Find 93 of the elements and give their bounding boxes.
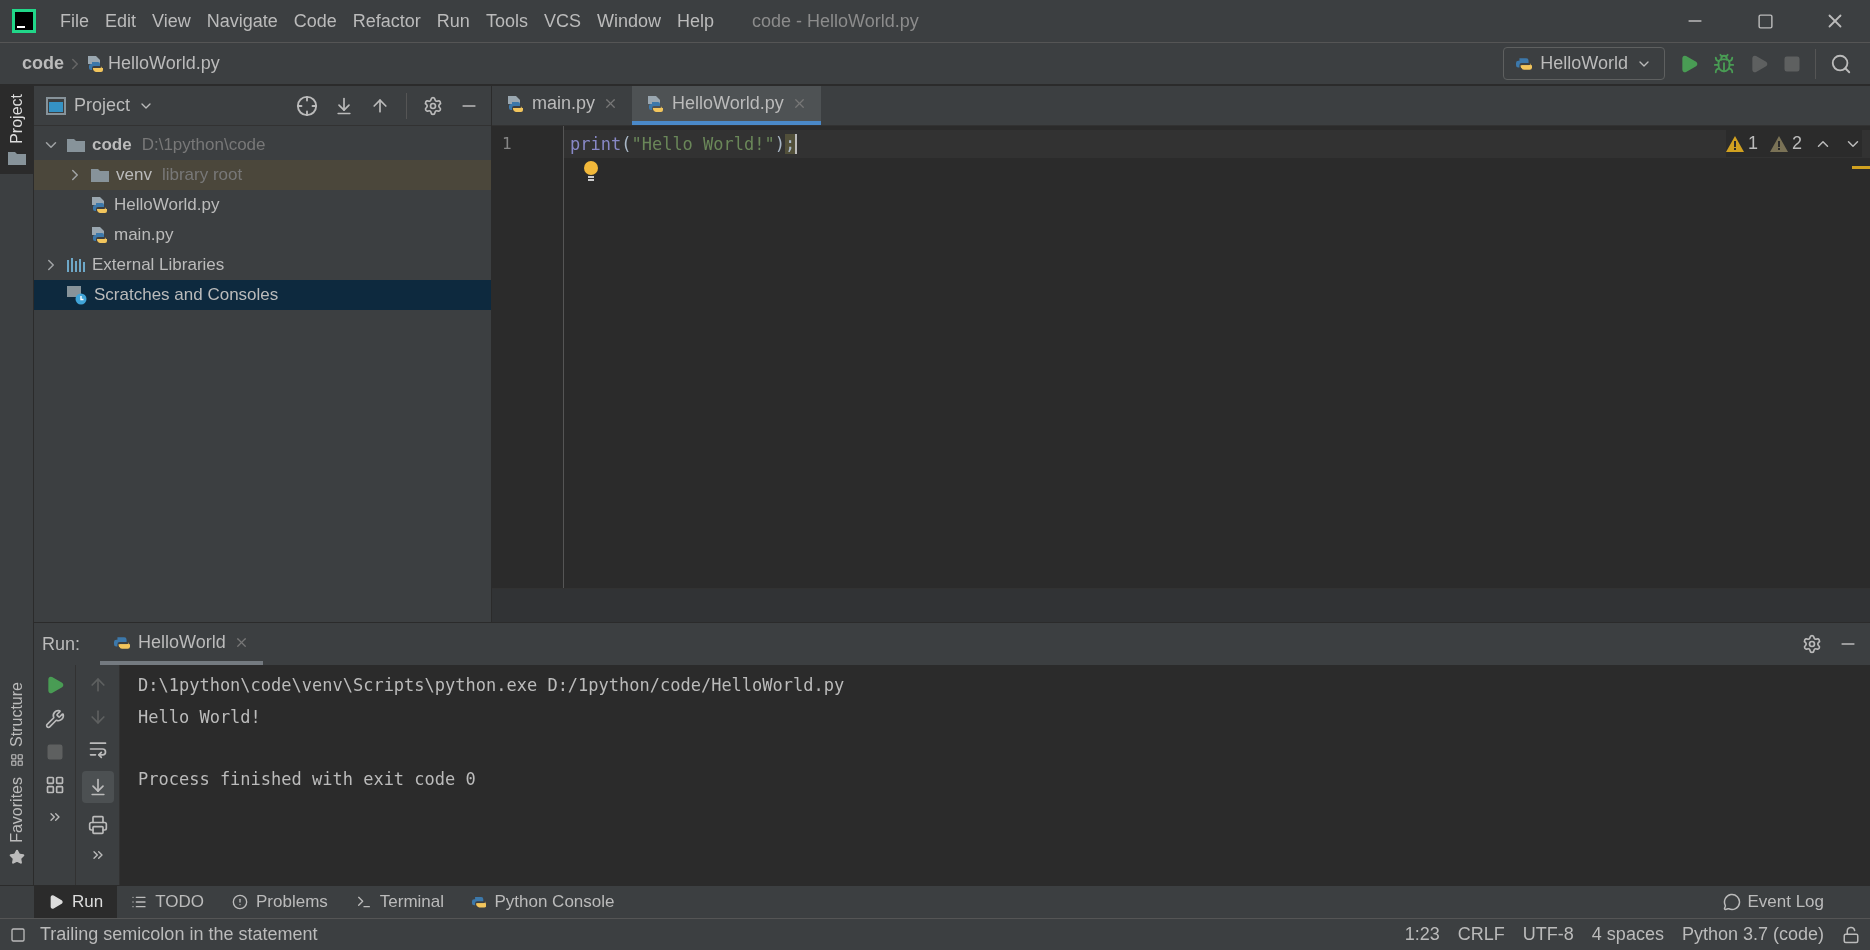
- python-file-icon: [646, 94, 665, 113]
- tool-window-button[interactable]: TODO: [117, 886, 218, 918]
- status-item[interactable]: 1:23: [1404, 921, 1440, 948]
- warning-icon: [1770, 135, 1788, 152]
- run-config-dropdown[interactable]: HelloWorld: [1503, 47, 1665, 80]
- print-icon[interactable]: [87, 815, 108, 835]
- python-icon: [472, 895, 487, 909]
- menu-item[interactable]: Code: [285, 7, 345, 35]
- tree-item[interactable]: Scratches and Consoles: [34, 280, 491, 310]
- tree-item[interactable]: External Libraries: [34, 250, 491, 280]
- python-icon: [1516, 56, 1533, 71]
- locate-icon[interactable]: [296, 94, 318, 117]
- structure-icon: [9, 753, 24, 768]
- menu-item[interactable]: Edit: [97, 7, 145, 35]
- app-logo-icon: [12, 9, 36, 33]
- menu-item[interactable]: Refactor: [344, 7, 429, 35]
- scroll-to-end-button[interactable]: [81, 771, 114, 803]
- python-file-icon: [90, 196, 108, 214]
- breadcrumb[interactable]: code: [22, 50, 64, 77]
- unlock-icon[interactable]: [1842, 925, 1860, 944]
- maximize-icon[interactable]: [1756, 12, 1774, 30]
- item-name: code: [92, 134, 132, 157]
- python-file-icon: [86, 54, 104, 73]
- menu-item[interactable]: Run: [428, 7, 478, 35]
- line-number: 1: [501, 133, 513, 155]
- menu-item[interactable]: Navigate: [198, 7, 286, 35]
- expand-all-icon[interactable]: [334, 95, 354, 116]
- tree-item[interactable]: HelloWorld.py: [34, 190, 491, 220]
- panel-title: Run:: [42, 632, 81, 656]
- status-item[interactable]: UTF-8: [1522, 921, 1574, 948]
- wrap-icon[interactable]: [87, 739, 108, 759]
- tree-item[interactable]: main.py: [34, 220, 491, 250]
- settings-icon[interactable]: [1802, 634, 1822, 654]
- python-file-icon: [90, 226, 108, 244]
- run-icon: [48, 894, 64, 910]
- scratches-icon: [66, 285, 88, 305]
- todo-icon: [131, 894, 148, 910]
- tool-window-tab[interactable]: Structure: [0, 682, 33, 768]
- tool-window-button[interactable]: Problems: [218, 886, 342, 918]
- folder-icon: [6, 149, 27, 166]
- menu-item[interactable]: Window: [588, 7, 669, 35]
- console-line: D:\1python\code\venv\Scripts\python.exe D:/1python/code/HelloWorld.py: [138, 674, 846, 697]
- editor-tab[interactable]: main.py: [492, 86, 633, 125]
- star-icon: [8, 849, 25, 865]
- tree-item[interactable]: code D:\1python\code: [34, 130, 491, 160]
- item-name: Scratches and Consoles: [94, 284, 279, 307]
- panel-icon: [46, 96, 66, 115]
- status-message: Trailing semicolon in the statement: [40, 923, 318, 946]
- warning-count[interactable]: 1: [1725, 130, 1758, 157]
- menu-item[interactable]: File: [52, 7, 97, 35]
- status-item[interactable]: CRLF: [1457, 921, 1505, 948]
- breadcrumb[interactable]: HelloWorld.py: [108, 50, 220, 77]
- terminal-icon: [355, 894, 372, 910]
- speech-bubble-icon: [1723, 893, 1742, 911]
- tool-windows-icon[interactable]: [10, 926, 26, 943]
- tool-window-button[interactable]: Run: [34, 886, 118, 918]
- item-name: venv: [116, 164, 152, 187]
- menu-item[interactable]: VCS: [535, 7, 589, 35]
- tree-item[interactable]: venv library root: [34, 160, 491, 190]
- item-name: main.py: [114, 224, 174, 247]
- settings-icon[interactable]: [423, 95, 443, 116]
- wrench-icon[interactable]: [44, 709, 65, 729]
- tool-window-tab[interactable]: Favorites: [0, 777, 33, 865]
- python-icon: [114, 634, 131, 650]
- folder-icon: [90, 167, 110, 183]
- tool-window-tab[interactable]: Project: [0, 86, 33, 174]
- tool-window-button[interactable]: Python Console: [458, 886, 629, 918]
- item-hint: library root: [161, 164, 243, 187]
- console-line: Hello World!: [138, 706, 262, 729]
- debug-icon[interactable]: [1713, 52, 1735, 75]
- menu-item[interactable]: View: [144, 7, 199, 35]
- tool-window-button[interactable]: Terminal: [341, 886, 459, 918]
- problems-icon: [232, 894, 248, 910]
- item-name: HelloWorld.py: [114, 194, 220, 217]
- lightbulb-icon[interactable]: [582, 160, 600, 182]
- run-icon[interactable]: [1679, 53, 1699, 74]
- menu-item[interactable]: Help: [668, 7, 722, 35]
- console-line: Process finished with exit code 0: [138, 768, 477, 791]
- item-hint: D:\1python\code: [141, 134, 266, 157]
- folder-icon: [66, 137, 86, 153]
- panel-title[interactable]: Project: [74, 92, 131, 119]
- libraries-icon: [66, 257, 86, 273]
- search-icon[interactable]: [1830, 52, 1852, 75]
- menu-item[interactable]: Tools: [477, 7, 536, 35]
- window-title: code - HelloWorld.py: [752, 9, 919, 33]
- status-item[interactable]: 4 spaces: [1591, 921, 1664, 948]
- python-file-icon: [506, 94, 524, 113]
- item-name: External Libraries: [92, 254, 225, 277]
- status-item[interactable]: Python 3.7 (code): [1681, 921, 1824, 948]
- layout-icon[interactable]: [44, 775, 65, 795]
- event-log-button[interactable]: Event Log: [1723, 889, 1824, 915]
- warning-count[interactable]: 2: [1770, 130, 1802, 157]
- editor-tab[interactable]: HelloWorld.py: [632, 86, 821, 125]
